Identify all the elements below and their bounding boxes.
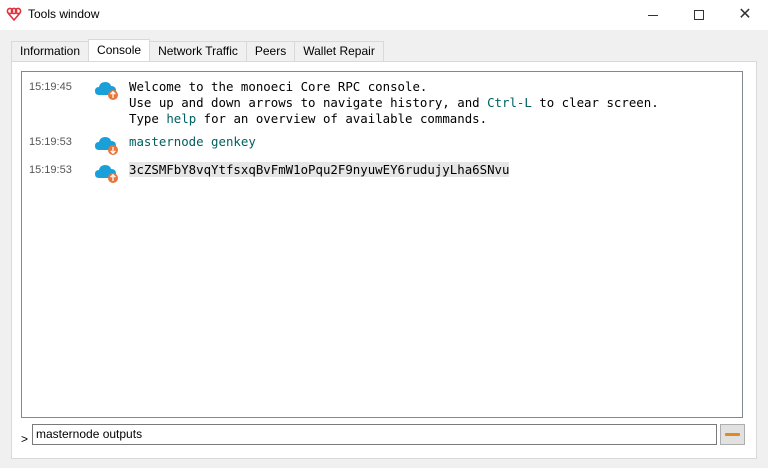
help-line-text: Use up and down arrows to navigate histo… <box>129 95 488 110</box>
tab-peers[interactable]: Peers <box>245 41 296 61</box>
maximize-icon <box>694 10 704 20</box>
tab-network-traffic[interactable]: Network Traffic <box>149 41 247 61</box>
ctrl-l-keyword: Ctrl-L <box>487 95 532 110</box>
cloud-reply-icon <box>95 165 118 183</box>
clear-console-icon <box>725 433 740 436</box>
minimize-button[interactable] <box>630 0 676 30</box>
close-icon: ✕ <box>738 6 752 23</box>
minimize-icon <box>648 14 658 16</box>
help-line-text: Type <box>129 111 167 126</box>
monoeci-logo-icon <box>6 7 22 21</box>
reply-text[interactable]: 3cZSMFbY8vqYtfsxqBvFmW1oPqu2F9nyuwEY6rud… <box>129 162 510 178</box>
console-panel: 15:19:45 Welcome to the monoeci Core RPC… <box>11 61 757 459</box>
window-body: Information Console Network Traffic Peer… <box>0 30 768 468</box>
tab-bar: Information Console Network Traffic Peer… <box>11 39 384 61</box>
message-text: Welcome to the monoeci Core RPC console.… <box>129 79 659 127</box>
close-button[interactable]: ✕ <box>722 0 768 30</box>
tab-information[interactable]: Information <box>11 41 90 61</box>
console-command-input[interactable]: masternode outputs <box>32 424 717 445</box>
title-bar: Tools window ✕ <box>0 0 768 30</box>
window-title: Tools window <box>28 7 100 21</box>
clear-console-button[interactable] <box>720 424 745 445</box>
console-output[interactable]: 15:19:45 Welcome to the monoeci Core RPC… <box>21 71 743 418</box>
tab-wallet-repair[interactable]: Wallet Repair <box>294 41 384 61</box>
help-line-text: for an overview of available commands. <box>196 111 488 126</box>
tab-console[interactable]: Console <box>88 39 151 61</box>
console-prompt: > <box>21 432 29 446</box>
help-line-text: to clear screen. <box>531 95 659 110</box>
message-timestamp: 15:19:53 <box>29 164 72 176</box>
message-timestamp: 15:19:53 <box>29 136 72 148</box>
command-text: masternode genkey <box>129 134 256 149</box>
cloud-request-icon <box>95 137 118 155</box>
message-timestamp: 15:19:45 <box>29 81 72 93</box>
masternode-key[interactable]: 3cZSMFbY8vqYtfsxqBvFmW1oPqu2F9nyuwEY6rud… <box>129 162 510 177</box>
cloud-reply-icon <box>95 82 118 100</box>
help-keyword: help <box>166 111 197 126</box>
maximize-button[interactable] <box>676 0 722 30</box>
welcome-line: Welcome to the monoeci Core RPC console. <box>129 79 428 94</box>
